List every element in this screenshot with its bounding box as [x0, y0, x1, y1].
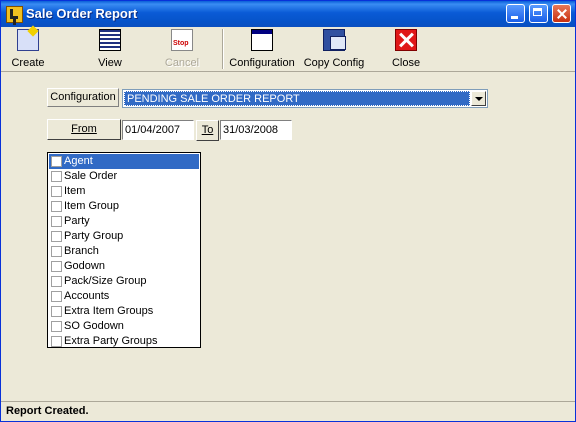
close-icon: [395, 29, 417, 51]
checklist-item[interactable]: Item: [49, 184, 199, 199]
checklist-item-label: Party: [64, 215, 90, 227]
close-button[interactable]: Close: [389, 29, 423, 69]
view-label: View: [98, 57, 122, 69]
checkbox[interactable]: [51, 201, 62, 212]
group-by-checklist[interactable]: Agent Sale Order Item Item Group Party Party …: [47, 152, 201, 348]
checklist-item[interactable]: Accounts: [49, 289, 199, 304]
minimize-button[interactable]: [506, 4, 525, 23]
configuration-label: Configuration: [47, 88, 119, 107]
copy-config-icon: [323, 29, 346, 51]
checkbox[interactable]: [51, 186, 62, 197]
configuration-tool-label: Configuration: [229, 57, 295, 69]
checklist-item[interactable]: Godown: [49, 259, 199, 274]
checkbox[interactable]: [51, 306, 62, 317]
checkbox[interactable]: [51, 216, 62, 227]
to-button[interactable]: To: [196, 120, 219, 141]
close-window-button[interactable]: [552, 4, 571, 23]
view-button[interactable]: View: [93, 29, 127, 69]
checklist-item[interactable]: Pack/Size Group: [49, 274, 199, 289]
checklist-item[interactable]: Extra Party Groups: [49, 334, 199, 349]
stop-icon: [171, 29, 193, 51]
toolbar-separator: [222, 29, 224, 69]
cancel-label: Cancel: [164, 57, 200, 69]
close-label: Close: [391, 57, 421, 69]
checklist-item-label: Item Group: [64, 200, 120, 212]
checklist-item[interactable]: Extra Item Groups: [49, 304, 199, 319]
copy-config-label: Copy Config: [303, 57, 365, 69]
checklist-item[interactable]: Item Group: [49, 199, 199, 214]
checkbox[interactable]: [51, 291, 62, 302]
checklist-item-label: Godown: [64, 260, 105, 272]
configuration-select-value: PENDING SALE ORDER REPORT: [124, 91, 470, 106]
create-label: Create: [11, 57, 45, 69]
checklist-item-label: Pack/Size Group: [64, 275, 147, 287]
checklist-item-label: SO Godown: [64, 320, 124, 332]
view-icon: [99, 29, 121, 51]
sale-order-report-window: Sale Order Report Create View Cancel Con…: [0, 0, 576, 422]
checklist-item-label: Extra Item Groups: [64, 305, 154, 317]
create-button[interactable]: Create: [11, 29, 45, 69]
checkbox[interactable]: [51, 321, 62, 332]
toolbar: Create View Cancel Configuration Copy Co…: [1, 27, 575, 72]
checkbox[interactable]: [51, 261, 62, 272]
copy-config-button[interactable]: Copy Config: [303, 29, 365, 69]
checklist-item[interactable]: Branch: [49, 244, 199, 259]
checkbox[interactable]: [51, 336, 62, 347]
checklist-item[interactable]: Party Group: [49, 229, 199, 244]
window-title: Sale Order Report: [26, 6, 138, 21]
checklist-item-label: Branch: [64, 245, 99, 257]
checklist-item[interactable]: Agent: [49, 154, 199, 169]
checklist-item[interactable]: SO Godown: [49, 319, 199, 334]
maximize-button[interactable]: [529, 4, 548, 23]
checklist-item-label: Item: [64, 185, 86, 197]
configuration-button[interactable]: Configuration: [229, 29, 295, 69]
configuration-select[interactable]: PENDING SALE ORDER REPORT: [122, 89, 488, 108]
create-icon: [17, 29, 39, 51]
checklist-item-label: Sale Order: [64, 170, 118, 182]
from-button[interactable]: From: [47, 119, 121, 140]
chevron-down-icon[interactable]: [471, 91, 486, 106]
checklist-item-label: Accounts: [64, 290, 110, 302]
checkbox[interactable]: [51, 246, 62, 257]
to-date-field[interactable]: 31/03/2008: [220, 120, 292, 140]
checkbox[interactable]: [51, 171, 62, 182]
checklist-item-label: Party Group: [64, 230, 124, 242]
configuration-icon: [251, 29, 273, 51]
checklist-item-label: Agent: [64, 155, 93, 167]
app-icon[interactable]: [6, 6, 23, 23]
status-bar: Report Created.: [1, 401, 575, 421]
checklist-item[interactable]: Sale Order: [49, 169, 199, 184]
checkbox[interactable]: [51, 231, 62, 242]
checkbox[interactable]: [51, 156, 62, 167]
checklist-item-label: Extra Party Groups: [64, 335, 158, 347]
checklist-item[interactable]: Party: [49, 214, 199, 229]
from-date-field[interactable]: 01/04/2007: [122, 120, 194, 140]
cancel-button[interactable]: Cancel: [162, 29, 202, 69]
title-bar[interactable]: Sale Order Report: [1, 1, 575, 27]
checkbox[interactable]: [51, 276, 62, 287]
